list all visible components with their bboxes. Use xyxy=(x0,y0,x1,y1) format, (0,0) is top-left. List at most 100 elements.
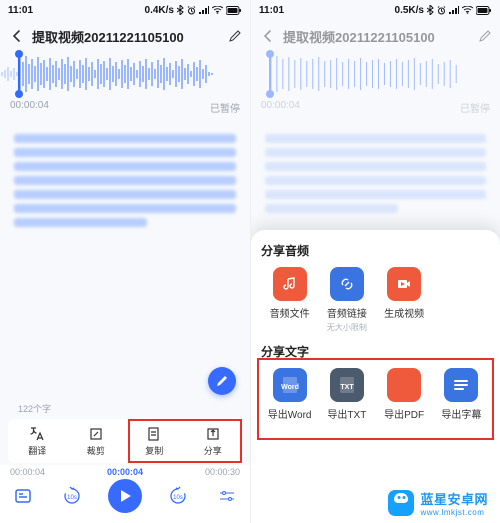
pencil-icon xyxy=(479,30,491,42)
title-bar: 提取视频20211221105100 xyxy=(0,20,250,52)
status-time: 11:01 xyxy=(259,5,284,16)
share-audio-link[interactable]: 音频链接 无大小限制 xyxy=(318,267,375,333)
pencil-icon xyxy=(216,375,228,387)
status-bar: 11:01 0.4K/s xyxy=(0,0,250,20)
transcript-text[interactable] xyxy=(8,123,242,238)
phone-right: 11:01 0.5K/s 提取视频20211221105100 xyxy=(250,0,500,523)
back-button xyxy=(257,25,279,47)
waveform[interactable] xyxy=(0,52,250,96)
status-net: 0.5K/s xyxy=(395,5,424,16)
play-time-right: 00:00:30 xyxy=(205,467,240,477)
pdf-icon xyxy=(394,375,414,395)
tool-label: 裁剪 xyxy=(87,444,105,457)
player-bar: 00:00:04 00:00:04 00:00:30 10s 10s xyxy=(0,465,250,523)
status-net: 0.4K/s xyxy=(145,5,174,16)
share-icon xyxy=(205,426,221,442)
copy-button[interactable]: 复制 xyxy=(125,419,184,463)
video-icon xyxy=(396,276,412,292)
crop-button[interactable]: 裁剪 xyxy=(67,419,126,463)
export-txt[interactable]: TXT 导出TXT xyxy=(318,368,375,421)
svg-text:TXT: TXT xyxy=(340,384,354,391)
status-time: 11:01 xyxy=(8,5,33,16)
forward-10-icon: 10s xyxy=(168,486,188,506)
time-bar: 00:00:04 已暂停 xyxy=(251,96,500,119)
back-button[interactable] xyxy=(6,25,28,47)
crop-icon xyxy=(88,426,104,442)
txt-icon: TXT xyxy=(337,375,357,395)
page-title: 提取视频20211221105100 xyxy=(32,27,222,46)
time-position: 00:00:04 xyxy=(261,100,300,115)
bluetooth-icon xyxy=(427,5,434,15)
cell-sublabel: 无大小限制 xyxy=(327,322,367,333)
cell-label: 生成视频 xyxy=(384,305,424,320)
tool-label: 翻译 xyxy=(28,444,46,457)
rewind-10-icon: 10s xyxy=(62,486,82,506)
watermark: 蓝星安卓网 www.lmkjst.com xyxy=(382,487,494,519)
cell-label: 导出PDF xyxy=(384,406,424,421)
edit-fab[interactable] xyxy=(208,367,236,395)
alarm-icon xyxy=(187,6,196,15)
tool-label: 复制 xyxy=(145,444,163,457)
pencil-icon xyxy=(229,30,241,42)
transcript-text xyxy=(259,123,492,224)
cell-label: 导出TXT xyxy=(327,406,366,421)
watermark-name: 蓝星安卓网 xyxy=(420,489,488,508)
rewind-10-button[interactable]: 10s xyxy=(59,483,85,509)
tool-label: 分享 xyxy=(204,444,222,457)
play-time-left: 00:00:04 xyxy=(10,467,45,477)
link-icon xyxy=(339,276,355,292)
cell-label: 音频链接 xyxy=(327,305,367,320)
music-note-icon xyxy=(282,276,298,292)
watermark-url: www.lmkjst.com xyxy=(420,508,488,517)
transcript-toggle[interactable] xyxy=(10,483,36,509)
word-icon: Word xyxy=(280,375,300,395)
share-button[interactable]: 分享 xyxy=(184,419,243,463)
wifi-icon xyxy=(212,6,223,14)
cell-label: 导出字幕 xyxy=(441,406,481,421)
settings-button[interactable] xyxy=(214,483,240,509)
watermark-logo-icon xyxy=(388,490,414,516)
play-icon xyxy=(118,489,132,503)
alarm-icon xyxy=(437,6,446,15)
share-generate-video[interactable]: 生成视频 xyxy=(376,267,433,333)
playback-state: 已暂停 xyxy=(460,100,490,115)
page-title: 提取视频20211221105100 xyxy=(283,27,472,46)
playback-state: 已暂停 xyxy=(210,100,240,115)
forward-10-button[interactable]: 10s xyxy=(165,483,191,509)
export-pdf[interactable]: 导出PDF xyxy=(376,368,433,421)
settings-icon xyxy=(218,487,236,505)
svg-text:Word: Word xyxy=(281,384,299,391)
cell-label: 导出Word xyxy=(268,406,312,421)
bluetooth-icon xyxy=(177,5,184,15)
battery-icon xyxy=(476,6,492,15)
wifi-icon xyxy=(462,6,473,14)
edit-title-button[interactable] xyxy=(226,27,244,45)
time-position: 00:00:04 xyxy=(10,100,49,115)
phone-left: 11:01 0.4K/s 提取视频20211221105100 xyxy=(0,0,250,523)
translate-button[interactable]: 翻译 xyxy=(8,419,67,463)
svg-text:10s: 10s xyxy=(67,495,77,501)
playhead-marker xyxy=(269,54,271,94)
word-count: 122个字 xyxy=(18,402,51,415)
status-bar: 11:01 0.5K/s xyxy=(251,0,500,20)
sheet-audio-title: 分享音频 xyxy=(261,242,490,259)
playhead-marker[interactable] xyxy=(18,54,20,94)
time-bar: 00:00:04 已暂停 xyxy=(0,96,250,119)
edit-title-button xyxy=(476,27,494,45)
export-subtitle[interactable]: 导出字幕 xyxy=(433,368,490,421)
signal-icon xyxy=(199,6,209,14)
play-button[interactable] xyxy=(108,479,142,513)
svg-text:10s: 10s xyxy=(173,495,183,501)
subtitle-icon xyxy=(452,376,470,394)
share-audio-file[interactable]: 音频文件 xyxy=(261,267,318,333)
cell-label: 音频文件 xyxy=(270,305,310,320)
chevron-left-icon xyxy=(261,29,275,43)
translate-icon xyxy=(29,426,45,442)
copy-icon xyxy=(146,426,162,442)
waveform xyxy=(251,52,500,96)
signal-icon xyxy=(449,6,459,14)
export-word[interactable]: Word 导出Word xyxy=(261,368,318,421)
title-bar: 提取视频20211221105100 xyxy=(251,20,500,52)
share-sheet: 分享音频 音频文件 音频链接 无大小限制 生成视频 xyxy=(251,230,500,523)
transcript-icon xyxy=(14,487,32,505)
